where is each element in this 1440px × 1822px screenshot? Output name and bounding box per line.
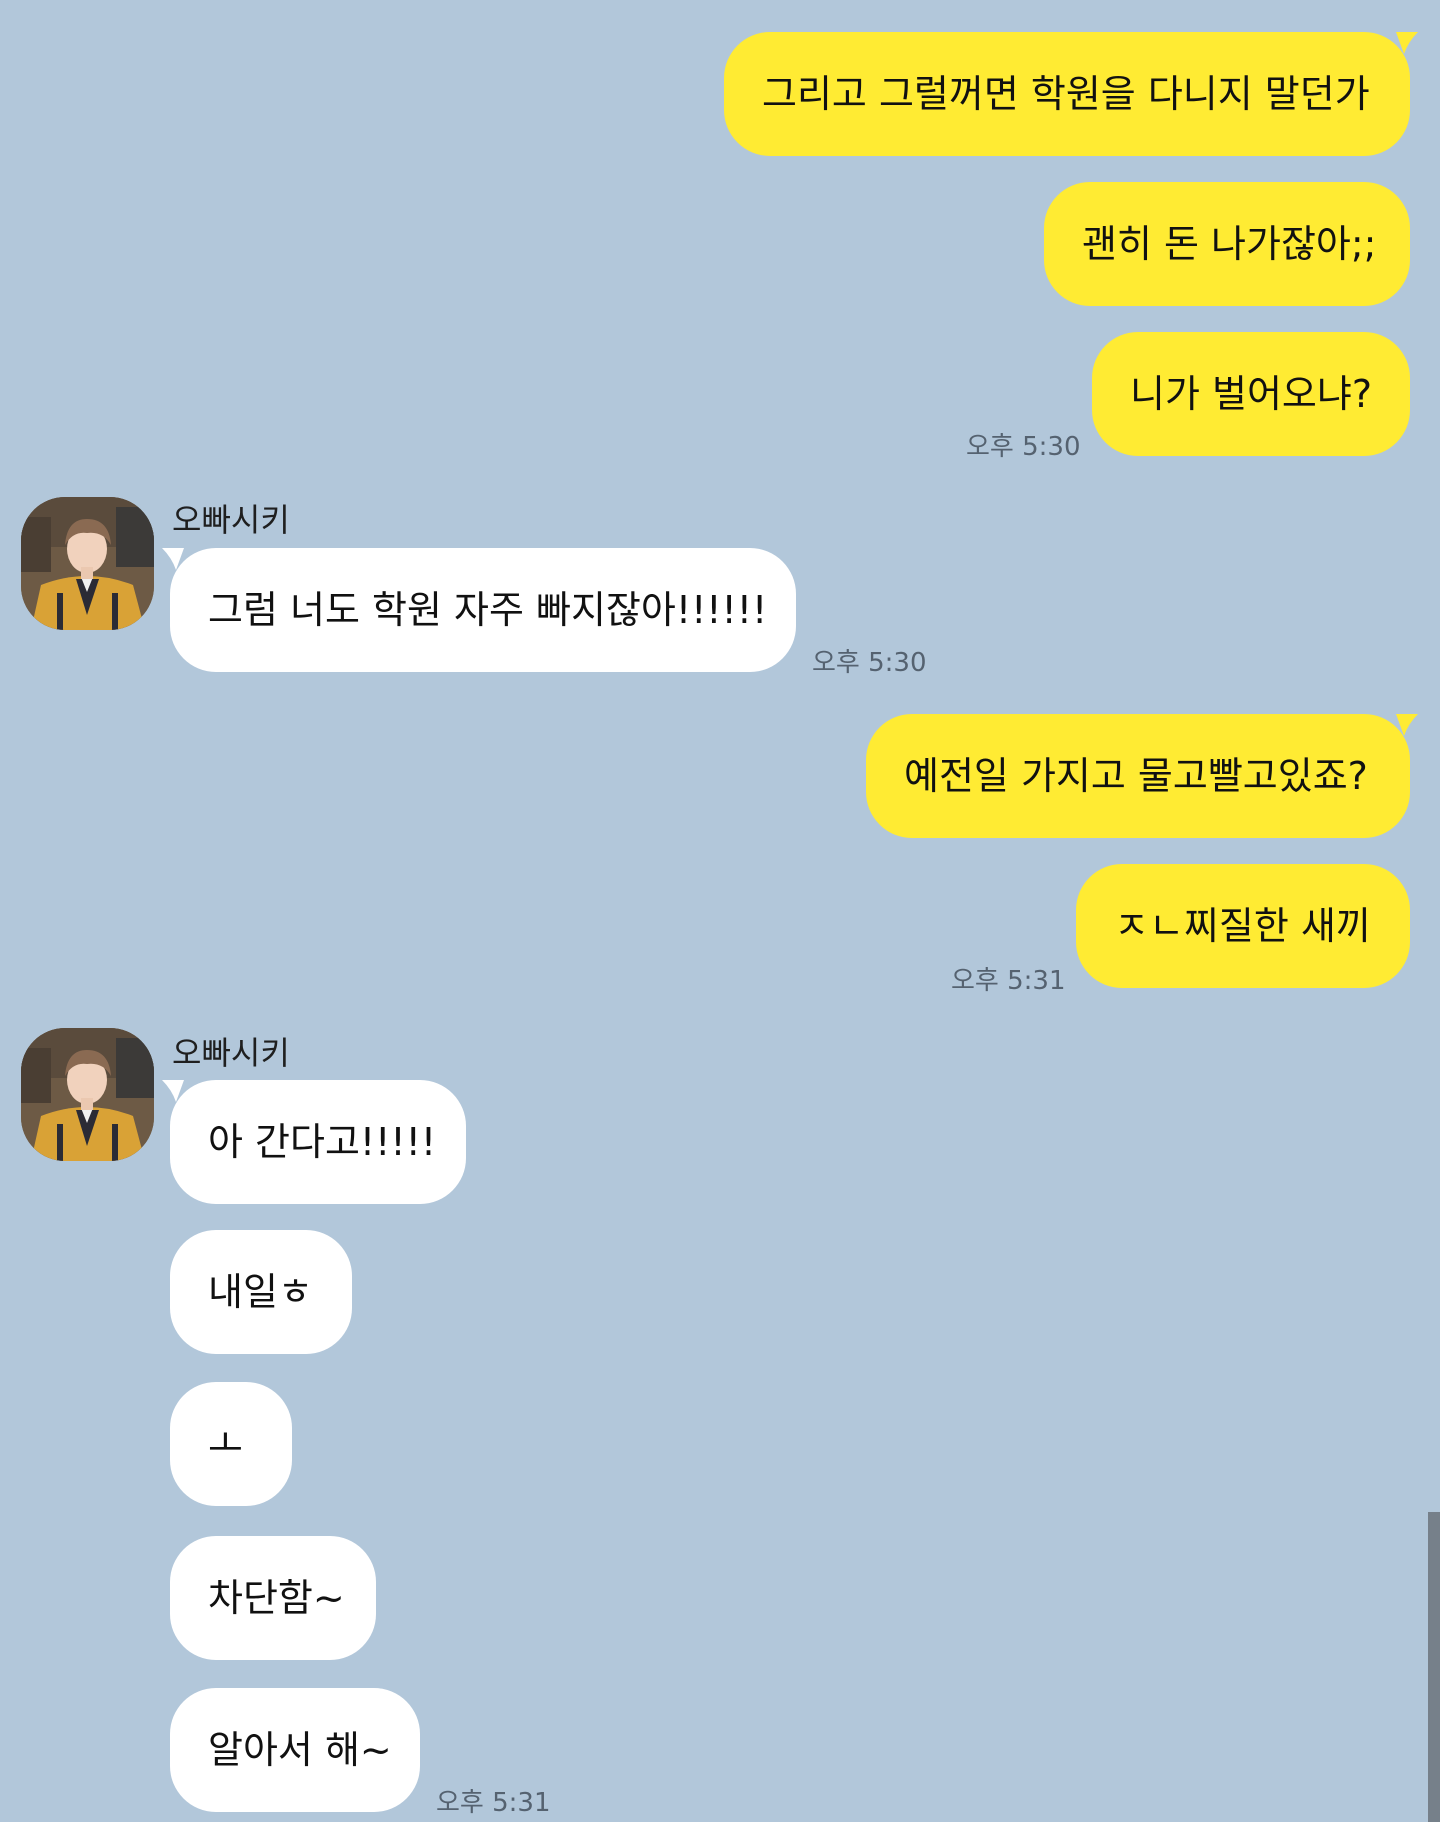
message-bubble-sent[interactable]: 그리고 그럴꺼면 학원을 다니지 말던가 — [724, 32, 1410, 156]
sender-name: 오빠시키 — [172, 501, 290, 539]
message-text: 그리고 그럴꺼면 학원을 다니지 말던가 — [762, 72, 1370, 116]
message-text: 예전일 가지고 물고빨고있죠? — [904, 754, 1368, 798]
sender-name: 오빠시키 — [172, 1034, 290, 1072]
message-bubble-received[interactable]: ㅗ — [170, 1382, 292, 1506]
scrollbar-thumb[interactable] — [1428, 1512, 1440, 1822]
message-bubble-sent[interactable]: ㅈㄴ찌질한 새끼 — [1076, 864, 1410, 988]
message-text: 내일ㅎ — [208, 1270, 313, 1314]
message-bubble-received[interactable]: 차단함~ — [170, 1536, 376, 1660]
message-text: 차단함~ — [208, 1576, 345, 1620]
message-bubble-received[interactable]: 아 간다고!!!!! — [170, 1080, 466, 1204]
message-text: ㅗ — [208, 1422, 243, 1466]
message-timestamp: 오후 5:30 — [966, 432, 1081, 462]
contact-avatar[interactable] — [21, 1028, 154, 1161]
message-bubble-sent[interactable]: 예전일 가지고 물고빨고있죠? — [866, 714, 1410, 838]
message-bubble-sent[interactable]: 니가 벌어오냐? — [1092, 332, 1410, 456]
message-text: 알아서 해~ — [208, 1728, 392, 1772]
message-text: 아 간다고!!!!! — [208, 1120, 437, 1164]
profile-photo-icon — [21, 497, 154, 630]
contact-avatar[interactable] — [21, 497, 154, 630]
message-bubble-sent[interactable]: 괜히 돈 나가잖아;; — [1044, 182, 1410, 306]
message-text: ㅈㄴ찌질한 새끼 — [1114, 904, 1371, 948]
message-timestamp: 오후 5:31 — [436, 1788, 551, 1818]
message-bubble-received[interactable]: 알아서 해~ — [170, 1688, 420, 1812]
message-timestamp: 오후 5:30 — [812, 648, 927, 678]
message-bubble-received[interactable]: 내일ㅎ — [170, 1230, 352, 1354]
message-text: 니가 벌어오냐? — [1130, 372, 1373, 416]
message-bubble-received[interactable]: 그럼 너도 학원 자주 빠지잖아!!!!!! — [170, 548, 796, 672]
message-text: 괜히 돈 나가잖아;; — [1082, 222, 1377, 266]
message-timestamp: 오후 5:31 — [951, 966, 1066, 996]
message-text: 그럼 너도 학원 자주 빠지잖아!!!!!! — [208, 588, 768, 632]
profile-photo-icon — [21, 1028, 154, 1161]
